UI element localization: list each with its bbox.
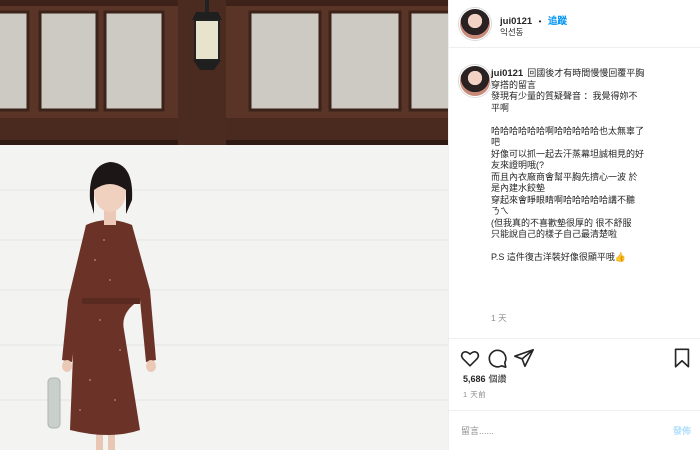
comment-icon[interactable] [486, 347, 508, 369]
instagram-post: jui0121 • 追蹤 익선동 jui0121 回國後才有時間慢慢回覆平胸 穿搭… [0, 0, 700, 450]
post-photo[interactable] [0, 0, 448, 450]
caption-timestamp: 1 天 [491, 313, 507, 323]
caption-text: 回國後才有時間慢慢回覆平胸 穿搭的留言 發現有少量的質疑聲音 ：我覺得妳不 平啊… [491, 68, 645, 262]
caption-username[interactable]: jui0121 [491, 68, 523, 79]
action-bar [449, 338, 700, 374]
post-side-panel: jui0121 • 追蹤 익선동 jui0121 回國後才有時間慢慢回覆平胸 穿搭… [448, 0, 700, 450]
post-caption: jui0121 回國後才有時間慢慢回覆平胸 穿搭的留言 發現有少量的質疑聲音 ：我… [491, 68, 691, 264]
heart-icon[interactable] [459, 347, 481, 369]
location-link[interactable]: 익선동 [500, 26, 523, 38]
likes-count[interactable]: 5,686 個讚 [463, 372, 507, 385]
header-separator: • [538, 17, 542, 26]
bookmark-icon[interactable] [671, 347, 693, 369]
comment-input[interactable] [461, 423, 651, 439]
post-timestamp[interactable]: 1 天前 [463, 389, 486, 400]
caption-avatar[interactable] [460, 66, 490, 96]
share-icon[interactable] [513, 347, 535, 369]
avatar[interactable] [460, 9, 490, 39]
likes-value: 5,686 [463, 374, 486, 384]
likes-unit: 個讚 [488, 374, 507, 384]
post-comment-button[interactable]: 發佈 [673, 424, 691, 437]
post-header: jui0121 • 追蹤 익선동 [449, 0, 700, 48]
photo-illustration [0, 0, 448, 450]
comment-bar: 發佈 [449, 410, 700, 450]
follow-button[interactable]: 追蹤 [548, 16, 567, 27]
